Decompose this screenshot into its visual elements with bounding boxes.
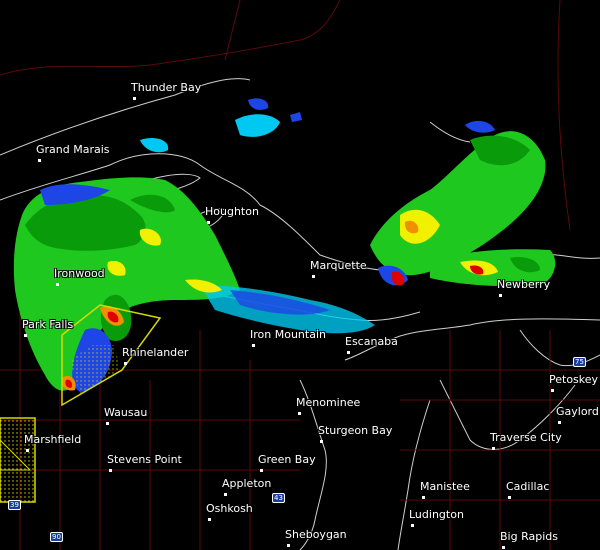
city-marker <box>207 221 210 224</box>
city-label: Menominee <box>296 396 361 409</box>
city-label: Newberry <box>497 278 551 291</box>
city-marker <box>26 449 29 452</box>
city-marker <box>56 283 59 286</box>
city-marker <box>124 362 127 365</box>
radar-west <box>13 177 375 392</box>
city-marker <box>422 496 425 499</box>
city-marker <box>260 469 263 472</box>
city-label: Wausau <box>104 406 148 419</box>
city-label: Traverse City <box>490 431 562 444</box>
city-label: Marquette <box>310 259 367 272</box>
city-marker <box>499 294 502 297</box>
city-marker <box>320 440 323 443</box>
city-label: Manistee <box>420 480 470 493</box>
city-label: Gaylord <box>556 405 599 418</box>
city-marker <box>558 421 561 424</box>
city-marker <box>38 159 41 162</box>
highway-shield: 39 <box>8 500 21 510</box>
city-marker <box>224 493 227 496</box>
city-label: Ironwood <box>54 267 105 280</box>
city-label: Escanaba <box>345 335 398 348</box>
city-marker <box>133 97 136 100</box>
city-label: Petoskey <box>549 373 599 386</box>
highway-shield: 75 <box>573 357 586 367</box>
city-label: Cadillac <box>506 480 550 493</box>
city-label: Appleton <box>222 477 272 490</box>
city-marker <box>208 518 211 521</box>
city-label: Park Falls <box>22 318 74 331</box>
highway-shield: 90 <box>50 532 63 542</box>
highway-shield: 43 <box>272 493 285 503</box>
city-label: Rhinelander <box>122 346 189 359</box>
city-label: Sturgeon Bay <box>318 424 393 437</box>
warning-stipple <box>0 418 35 502</box>
city-marker <box>551 389 554 392</box>
city-label: Ludington <box>409 508 464 521</box>
city-label: Sheboygan <box>285 528 347 541</box>
city-marker <box>492 447 495 450</box>
radar-north <box>140 98 302 153</box>
city-marker <box>287 544 290 547</box>
city-label: Stevens Point <box>107 453 182 466</box>
city-marker <box>312 275 315 278</box>
city-label: Green Bay <box>258 453 316 466</box>
city-marker <box>347 351 350 354</box>
city-label: Oshkosh <box>206 502 253 515</box>
city-marker <box>298 412 301 415</box>
city-label: Big Rapids <box>500 530 558 543</box>
city-marker <box>508 496 511 499</box>
city-marker <box>502 546 505 549</box>
city-label: Marshfield <box>24 433 82 446</box>
radar-map: Thunder Bay Grand Marais Houghton Ironwood M… <box>0 0 600 550</box>
city-label: Houghton <box>205 205 259 218</box>
city-label: Thunder Bay <box>131 81 202 94</box>
radar-east <box>370 120 556 287</box>
city-label: Grand Marais <box>36 143 110 156</box>
city-marker <box>106 422 109 425</box>
city-marker <box>411 524 414 527</box>
city-label: Iron Mountain <box>250 328 326 341</box>
city-marker <box>24 334 27 337</box>
city-marker <box>109 469 112 472</box>
city-marker <box>252 344 255 347</box>
